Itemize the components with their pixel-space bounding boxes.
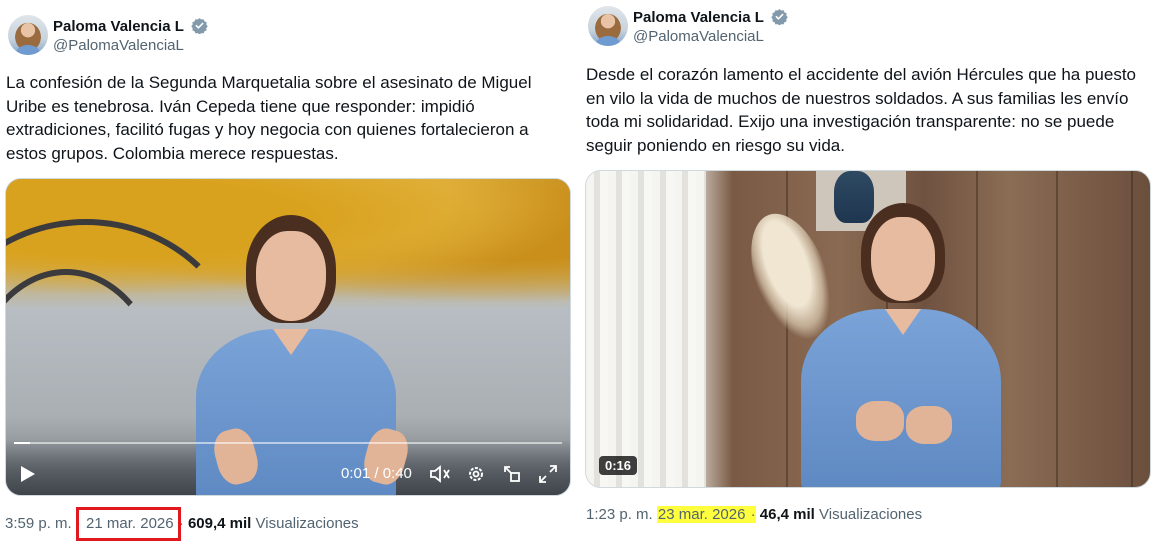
tweet-text: La confesión de la Segunda Marquetalia s… (6, 73, 532, 163)
video-current-time: 0:01 / 0:40 (341, 465, 412, 482)
verified-badge-icon (771, 9, 788, 25)
speaker-figure (801, 201, 1001, 487)
highlighted-date-segment: 23 mar. 2026 · (656, 506, 756, 523)
tweet-time[interactable]: 3:59 p. m. (5, 515, 72, 532)
views-label: Visualizaciones (255, 515, 359, 532)
author-avatar[interactable] (588, 6, 628, 46)
tweet-card-left[interactable]: Paloma Valencia L @PalomaValenciaL La co… (0, 0, 578, 552)
play-icon[interactable] (18, 464, 38, 484)
views-count: 609,4 mil (187, 515, 252, 532)
date-highlight-box (76, 507, 181, 541)
video-progress-fill (14, 442, 31, 444)
video-player[interactable]: 0:16 (585, 170, 1151, 488)
author-name[interactable]: Paloma Valencia L (53, 17, 208, 35)
video-player[interactable]: 0:01 / 0:40 (5, 178, 571, 496)
volume-icon[interactable] (429, 464, 451, 484)
author-name[interactable]: Paloma Valencia L (633, 8, 788, 26)
tweet-date[interactable]: 23 mar. 2026 (657, 506, 747, 523)
author-avatar[interactable] (8, 15, 48, 55)
verified-badge-icon (191, 18, 208, 34)
views-label: Visualizaciones (819, 506, 923, 523)
popout-icon[interactable] (502, 464, 522, 484)
curtain (586, 171, 706, 487)
author-handle[interactable]: @PalomaValenciaL (53, 37, 184, 54)
views-count: 46,4 mil (759, 506, 815, 523)
speaker-figure (176, 209, 436, 495)
author-handle[interactable]: @PalomaValenciaL (633, 28, 764, 45)
tweet-time[interactable]: 1:23 p. m. (586, 506, 653, 523)
meta-separator: · (750, 506, 756, 523)
tweet-text: Desde el corazón lamento el accidente de… (586, 65, 1137, 155)
settings-icon[interactable] (466, 464, 486, 484)
tweet-meta: 1:23 p. m. 23 mar. 2026 · 46,4 mil Visua… (586, 506, 922, 523)
video-duration-badge: 0:16 (599, 456, 638, 475)
video-progress-bar[interactable] (14, 442, 562, 444)
fullscreen-icon[interactable] (538, 464, 558, 484)
tweet-meta: 3:59 p. m. · 21 mar. 2026 · 609,4 mil Vi… (5, 515, 359, 532)
